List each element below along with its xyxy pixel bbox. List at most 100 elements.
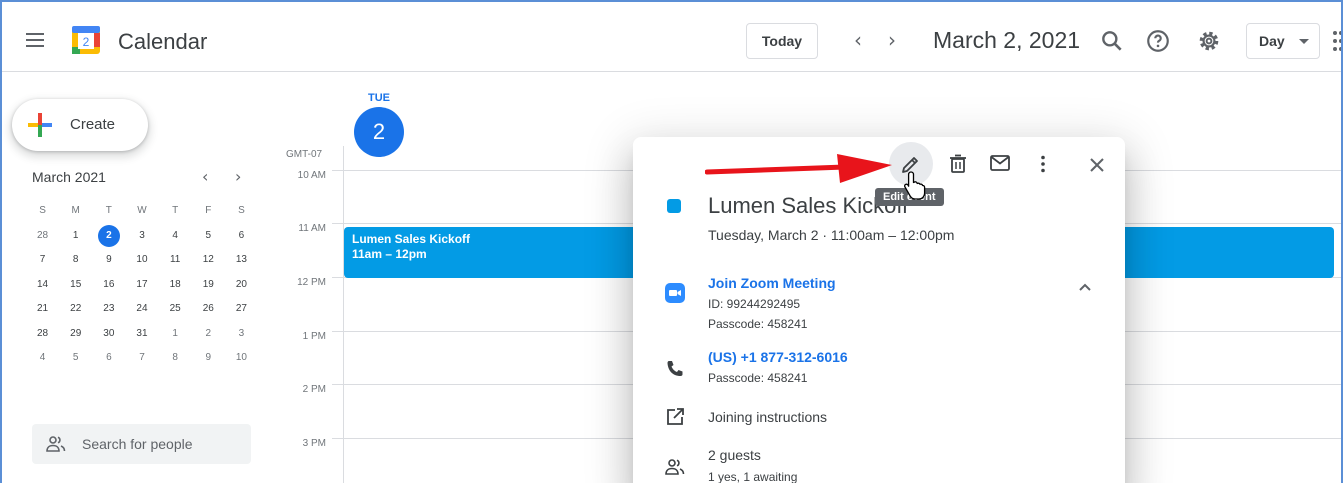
- mini-day[interactable]: 23: [92, 298, 125, 323]
- event-datetime: Tuesday, March 2 · 11:00am – 12:00pm: [708, 227, 955, 243]
- mini-day[interactable]: 6: [92, 347, 125, 372]
- settings-gear-icon[interactable]: [1196, 28, 1222, 54]
- join-zoom-link[interactable]: Join Zoom Meeting: [708, 275, 836, 291]
- mini-day[interactable]: 25: [159, 298, 192, 323]
- mini-day[interactable]: 24: [125, 298, 158, 323]
- dial-in-phone-link[interactable]: (US) +1 877-312-6016: [708, 349, 848, 365]
- mini-prev-month-button[interactable]: ‹: [202, 167, 208, 186]
- mini-day[interactable]: 20: [225, 274, 258, 299]
- mini-calendar-grid: S M T W T F S 28 1 2 3 4 5 6 7 8 9 10 11…: [26, 200, 258, 372]
- mini-day[interactable]: 29: [59, 323, 92, 348]
- mini-day[interactable]: 4: [159, 225, 192, 250]
- app-window: 2 Calendar Today ‹ › March 2, 2021 Day C…: [0, 0, 1343, 483]
- search-icon[interactable]: [1099, 28, 1125, 54]
- mini-day[interactable]: 19: [192, 274, 225, 299]
- mini-day[interactable]: 21: [26, 298, 59, 323]
- mini-day[interactable]: 1: [159, 323, 192, 348]
- mini-day[interactable]: 15: [59, 274, 92, 299]
- mini-day[interactable]: 3: [125, 225, 158, 250]
- mini-calendar-week: 7 8 9 10 11 12 13: [26, 249, 258, 274]
- mini-day[interactable]: 8: [59, 249, 92, 274]
- mini-day[interactable]: 22: [59, 298, 92, 323]
- dow-label: F: [205, 205, 212, 216]
- joining-instructions-link[interactable]: Joining instructions: [708, 409, 827, 425]
- chevron-up-icon[interactable]: [1073, 276, 1097, 300]
- more-options-icon[interactable]: [1031, 152, 1055, 176]
- mini-calendar-dow-row: S M T W T F S: [26, 200, 258, 225]
- hour-label: 1 PM: [302, 331, 326, 342]
- apps-grid-icon[interactable]: [1333, 31, 1341, 51]
- mini-day[interactable]: 11: [159, 249, 192, 274]
- previous-day-button[interactable]: ‹: [847, 30, 869, 52]
- mini-calendar-week: 28 1 2 3 4 5 6: [26, 224, 258, 250]
- mini-day[interactable]: 3: [225, 323, 258, 348]
- mini-day[interactable]: 5: [59, 347, 92, 372]
- dow-label: W: [137, 205, 147, 216]
- mini-day[interactable]: 18: [159, 274, 192, 299]
- current-date-title: March 2, 2021: [933, 27, 1081, 53]
- mini-day[interactable]: 27: [225, 298, 258, 323]
- mini-day[interactable]: 17: [125, 274, 158, 299]
- main-menu-icon[interactable]: [26, 33, 44, 47]
- email-guests-icon[interactable]: [988, 151, 1012, 175]
- dow-label: M: [71, 205, 80, 216]
- delete-trash-icon[interactable]: [946, 152, 970, 176]
- next-day-button[interactable]: ›: [881, 30, 903, 52]
- zoom-video-icon: [665, 283, 685, 303]
- mini-day[interactable]: 28: [26, 225, 59, 250]
- create-button[interactable]: Create: [12, 99, 148, 151]
- grid-divider: [343, 146, 344, 483]
- people-icon: [46, 436, 66, 452]
- mini-day[interactable]: 1: [59, 225, 92, 250]
- mini-next-month-button[interactable]: ›: [235, 167, 241, 186]
- mini-day[interactable]: 31: [125, 323, 158, 348]
- mini-day[interactable]: 2: [192, 323, 225, 348]
- mini-day[interactable]: 4: [26, 347, 59, 372]
- mini-day[interactable]: 8: [159, 347, 192, 372]
- guests-icon: [665, 459, 685, 475]
- mini-day[interactable]: 12: [192, 249, 225, 274]
- phone-passcode: Passcode: 458241: [708, 371, 808, 385]
- search-people-input[interactable]: Search for people: [32, 424, 251, 464]
- mini-day[interactable]: 9: [192, 347, 225, 372]
- app-title: Calendar: [118, 29, 208, 54]
- red-arrow-annotation: [705, 154, 892, 183]
- mini-day[interactable]: 13: [225, 249, 258, 274]
- guest-rsvp-status: 1 yes, 1 awaiting: [708, 470, 798, 483]
- hour-label: 10 AM: [297, 170, 326, 181]
- mini-day[interactable]: 6: [225, 225, 258, 250]
- guest-count: 2 guests: [708, 447, 761, 463]
- today-button[interactable]: Today: [746, 23, 818, 59]
- mini-day-selected[interactable]: 2: [92, 224, 125, 250]
- mini-calendar-week: 14 15 16 17 18 19 20: [26, 274, 258, 299]
- help-icon[interactable]: [1145, 28, 1171, 54]
- hand-cursor-icon: [904, 171, 926, 200]
- hour-label: 2 PM: [302, 384, 326, 395]
- search-people-placeholder: Search for people: [82, 436, 193, 452]
- timezone-label: GMT-07: [286, 149, 323, 160]
- mini-calendar-month: March 2021: [32, 169, 106, 185]
- mini-calendar-week: 28 29 30 31 1 2 3: [26, 323, 258, 348]
- view-selector-label: Day: [1259, 33, 1285, 49]
- logo-day-text: 2: [83, 35, 90, 49]
- mini-day[interactable]: 16: [92, 274, 125, 299]
- view-selector[interactable]: Day: [1246, 23, 1320, 59]
- external-link-icon: [667, 408, 684, 425]
- mini-day[interactable]: 26: [192, 298, 225, 323]
- mini-day[interactable]: 9: [92, 249, 125, 274]
- mini-day[interactable]: 10: [225, 347, 258, 372]
- mini-day[interactable]: 14: [26, 274, 59, 299]
- mini-day[interactable]: 5: [192, 225, 225, 250]
- mini-day[interactable]: 30: [92, 323, 125, 348]
- chevron-down-icon: [1299, 39, 1309, 44]
- zoom-meeting-id: ID: 99244292495: [708, 297, 801, 311]
- close-icon[interactable]: [1085, 153, 1109, 177]
- day-number-button[interactable]: 2: [354, 107, 404, 157]
- mini-calendar-week: 4 5 6 7 8 9 10: [26, 347, 258, 372]
- mini-day[interactable]: 28: [26, 323, 59, 348]
- dow-label: T: [172, 205, 179, 216]
- event-details-popup: Lumen Sales Kickoff Tuesday, March 2 · 1…: [633, 137, 1125, 483]
- mini-day[interactable]: 10: [125, 249, 158, 274]
- mini-day[interactable]: 7: [26, 249, 59, 274]
- mini-day[interactable]: 7: [125, 347, 158, 372]
